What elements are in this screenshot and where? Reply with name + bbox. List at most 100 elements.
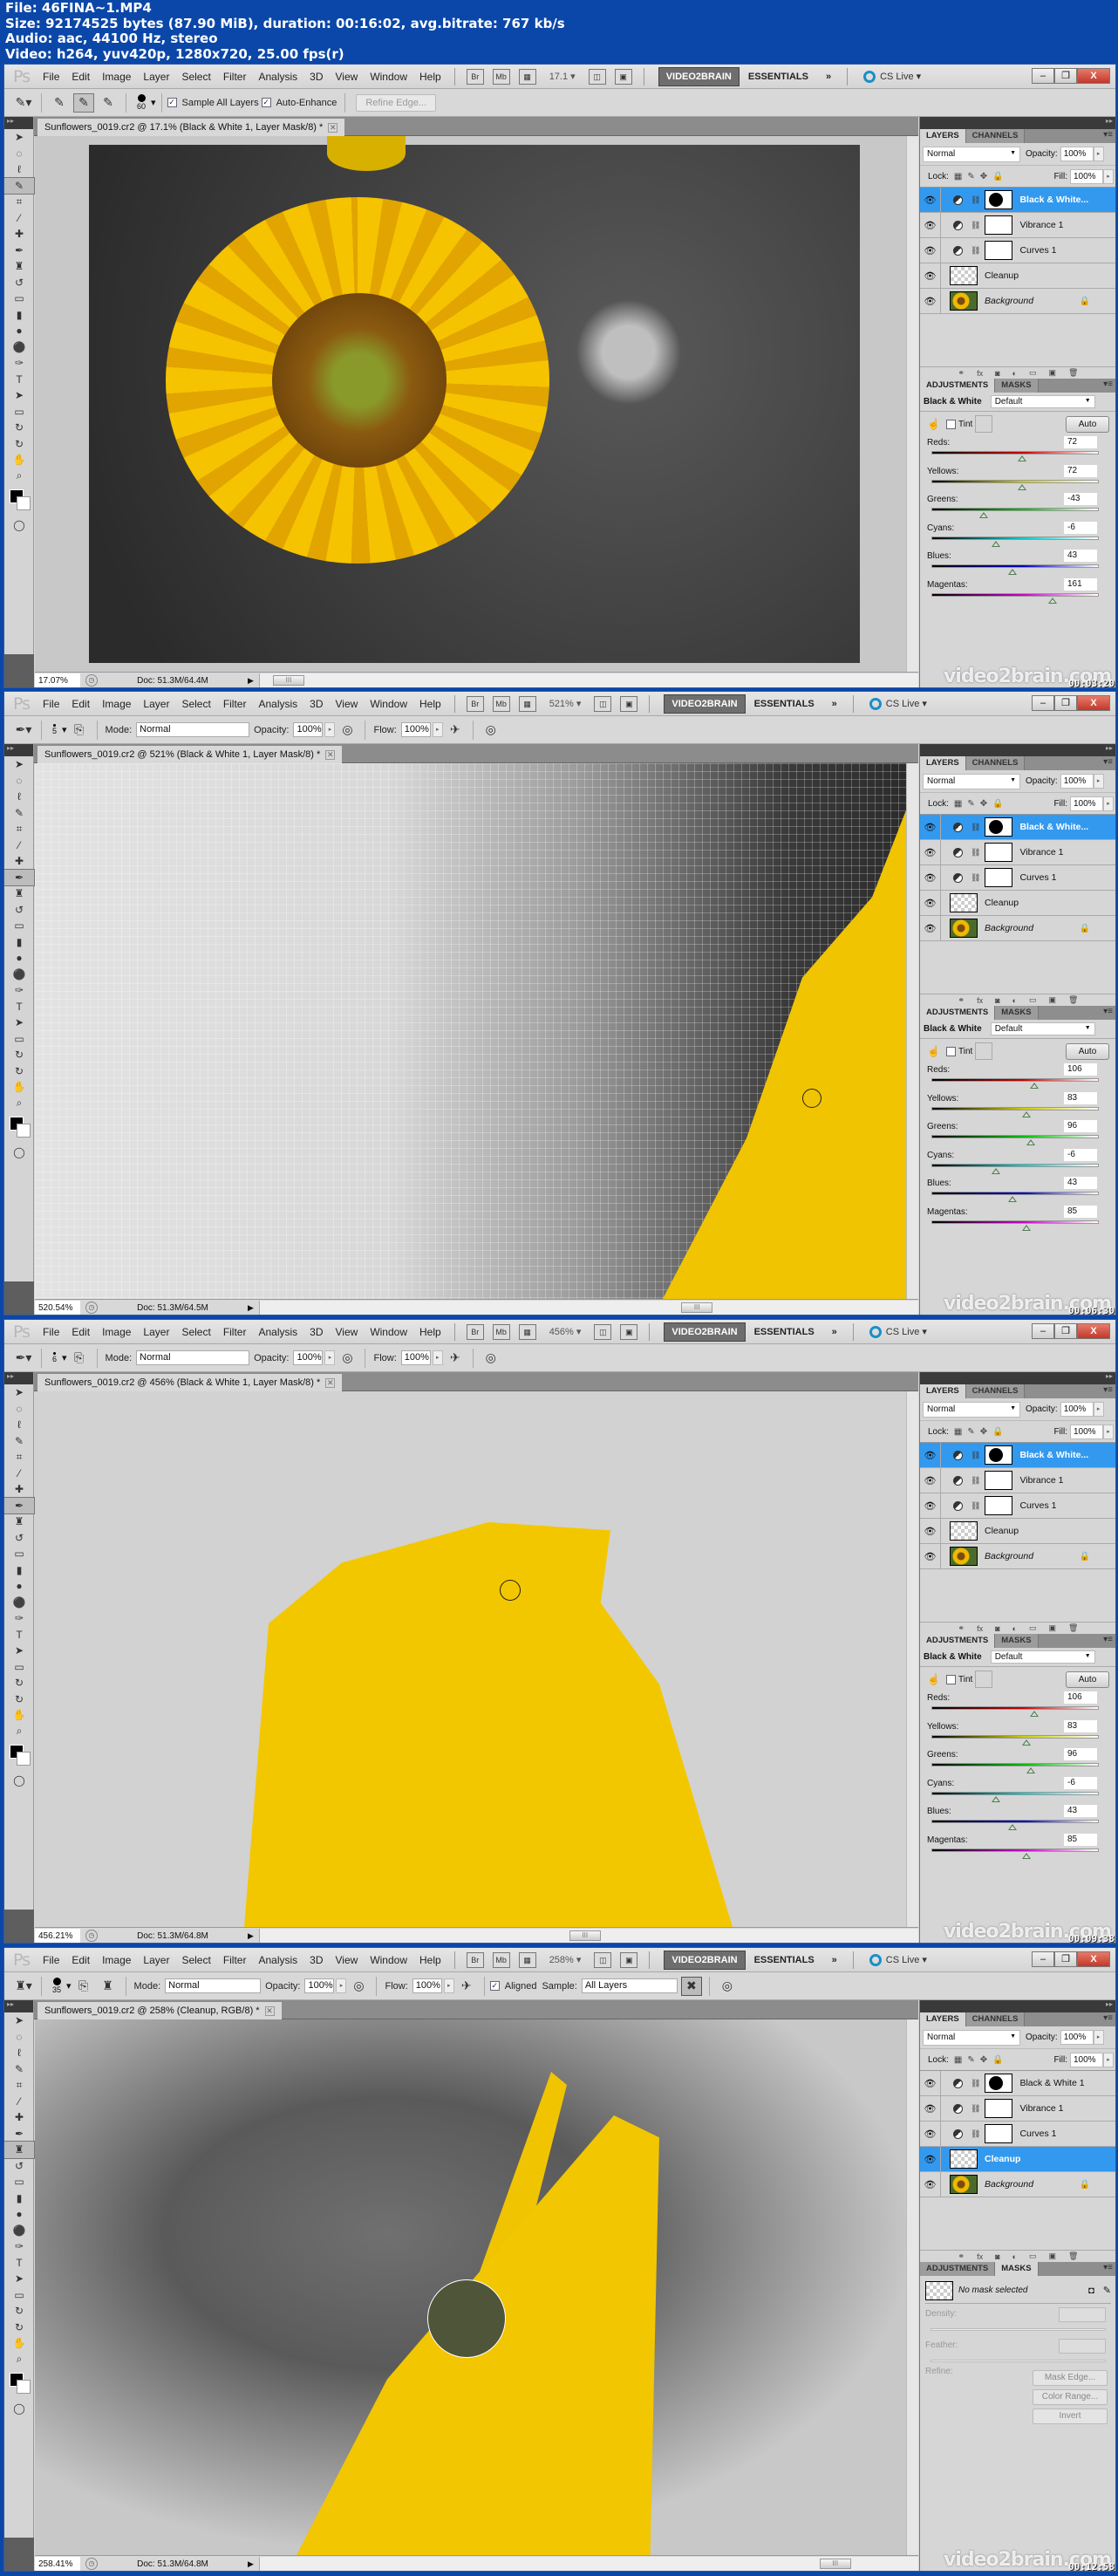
- eraser-tool[interactable]: ▭: [4, 290, 34, 307]
- menu-analysis[interactable]: Analysis: [258, 71, 297, 83]
- slider-value-input[interactable]: 43: [1064, 1177, 1097, 1189]
- tint-color-swatch[interactable]: [975, 1042, 993, 1060]
- fill-arrow[interactable]: ▸: [1103, 168, 1114, 184]
- 3d-orbit-tool[interactable]: ↻: [4, 1063, 34, 1080]
- slider-thumb[interactable]: [1021, 1110, 1031, 1117]
- panel-dock-header[interactable]: ▸▸: [920, 117, 1115, 129]
- slider-track[interactable]: [931, 536, 1099, 540]
- restore-button[interactable]: ❐: [1054, 1951, 1077, 1967]
- slider-thumb[interactable]: [1022, 1224, 1032, 1231]
- slider-value-input[interactable]: 43: [1064, 550, 1097, 562]
- slider-track[interactable]: [931, 508, 1099, 511]
- flow-slider-arrow[interactable]: ▸: [443, 1978, 454, 1993]
- lock-all-icon[interactable]: 🔒: [992, 2055, 1003, 2065]
- layer-row[interactable]: 👁 ⛓ Vibrance 1: [920, 2095, 1115, 2122]
- crop-tool[interactable]: ⌗: [4, 2077, 34, 2094]
- brush-picker[interactable]: 60: [137, 94, 146, 111]
- layer-row[interactable]: 👁 Background 🔒: [920, 2171, 1115, 2197]
- document-tab[interactable]: Sunflowers_0019.cr2 @ 456% (Black & Whit…: [37, 1374, 343, 1391]
- opacity-arrow[interactable]: ▸: [1093, 1402, 1104, 1417]
- brush-tool-preset[interactable]: ✒▾: [13, 1349, 34, 1368]
- slider-thumb[interactable]: [1018, 455, 1027, 461]
- lock-all-icon[interactable]: 🔒: [992, 799, 1003, 809]
- view-extras-button[interactable]: ▦: [518, 1951, 536, 1968]
- arrange-documents-button[interactable]: ◫: [594, 1323, 612, 1340]
- slider-value-input[interactable]: -43: [1064, 493, 1097, 505]
- slider-thumb[interactable]: [1021, 1739, 1031, 1746]
- slider-value-input[interactable]: -6: [1064, 1148, 1097, 1161]
- tab-adjustments[interactable]: ADJUSTMENTS: [920, 379, 996, 393]
- screen-mode-button[interactable]: ▣: [620, 1951, 638, 1968]
- auto-button[interactable]: Auto: [1066, 415, 1109, 433]
- panel-dock-header[interactable]: ▸▸: [920, 2000, 1115, 2012]
- close-document-icon[interactable]: ✕: [264, 2006, 275, 2016]
- opacity-arrow[interactable]: ▸: [1093, 2030, 1104, 2045]
- slider-track[interactable]: [931, 1734, 1099, 1739]
- document-tab[interactable]: Sunflowers_0019.cr2 @ 521% (Black & Whit…: [37, 746, 343, 763]
- subtract-from-selection-icon[interactable]: ✎: [98, 93, 119, 113]
- layer-opacity-input[interactable]: 100%: [1060, 147, 1094, 161]
- mini-bridge-button[interactable]: Mb: [492, 695, 510, 712]
- lock-pixels-icon[interactable]: ✎: [967, 2055, 974, 2065]
- link-icon[interactable]: ⚭: [958, 1623, 965, 1633]
- gradient-tool[interactable]: ▮: [4, 307, 34, 324]
- link-icon[interactable]: ⚭: [958, 2251, 965, 2261]
- quick-selection-tool-preset[interactable]: ✎▾: [13, 93, 34, 113]
- panel-menu-icon[interactable]: ▾≡: [1103, 1385, 1113, 1395]
- clone-stamp-tool[interactable]: ♜: [4, 2141, 35, 2159]
- trash-icon[interactable]: 🗑: [1068, 368, 1078, 378]
- slider-thumb[interactable]: [1029, 1083, 1039, 1089]
- move-tool[interactable]: ➤: [4, 1384, 34, 1401]
- menu-file[interactable]: File: [43, 698, 59, 710]
- menu-layer[interactable]: Layer: [143, 1326, 169, 1338]
- zoom-tool[interactable]: ⌕: [4, 468, 34, 485]
- menu-help[interactable]: Help: [419, 1954, 441, 1966]
- layer-mask-thumbnail[interactable]: [985, 1471, 1013, 1490]
- menu-select[interactable]: Select: [181, 698, 210, 710]
- layer-thumbnail[interactable]: [950, 1547, 978, 1566]
- vertical-scrollbar[interactable]: [906, 136, 918, 672]
- zoom-level-menu[interactable]: 456% ▾: [549, 1326, 582, 1337]
- workspace-essentials[interactable]: ESSENTIALS: [754, 1327, 815, 1337]
- opacity-input[interactable]: 100%: [293, 722, 324, 737]
- arrange-documents-button[interactable]: ◫: [594, 695, 612, 712]
- clone-stamp-tool-preset[interactable]: ♜▾: [13, 1977, 34, 1996]
- marquee-tool[interactable]: ◌: [4, 773, 34, 789]
- slider-value-input[interactable]: 72: [1064, 436, 1097, 448]
- slider-track[interactable]: [931, 1220, 1099, 1224]
- layer-thumbnail[interactable]: [950, 1521, 978, 1541]
- opacity-input[interactable]: 100%: [293, 1350, 324, 1365]
- fill-arrow[interactable]: ▸: [1103, 2052, 1114, 2067]
- quick-mask-button[interactable]: ◯: [4, 1145, 34, 1161]
- menu-help[interactable]: Help: [419, 698, 441, 710]
- menu-analysis[interactable]: Analysis: [258, 698, 297, 710]
- 3d-rotate-tool[interactable]: ↻: [4, 2303, 34, 2320]
- workspace-video2brain[interactable]: VIDEO2BRAIN: [664, 694, 746, 714]
- panel-menu-icon[interactable]: ▾≡: [1103, 379, 1113, 389]
- panel-dock-header[interactable]: ▸▸: [920, 744, 1115, 756]
- new-layer-icon[interactable]: ▣: [1049, 1623, 1057, 1633]
- opacity-slider-arrow[interactable]: ▸: [324, 1350, 336, 1365]
- slider-value-input[interactable]: 85: [1064, 1833, 1097, 1846]
- feather-input[interactable]: [1059, 2339, 1106, 2354]
- dodge-tool[interactable]: ⚫: [4, 339, 34, 356]
- mode-select[interactable]: Normal: [136, 1350, 250, 1365]
- crop-tool[interactable]: ⌗: [4, 194, 34, 210]
- slider-track[interactable]: [931, 1706, 1099, 1710]
- dodge-tool[interactable]: ⚫: [4, 967, 34, 983]
- targeted-adjustment-hand-icon[interactable]: ☝: [927, 1673, 946, 1685]
- brush-picker[interactable]: 5: [52, 724, 57, 735]
- slider-thumb[interactable]: [1029, 1711, 1039, 1717]
- link-icon[interactable]: ⛓: [971, 2079, 980, 2088]
- layer-row[interactable]: 👁 ⛓ Black & White...: [920, 187, 1115, 213]
- 3d-orbit-tool[interactable]: ↻: [4, 436, 34, 453]
- healing-brush-tool[interactable]: ✚: [4, 226, 34, 243]
- slider-track[interactable]: [931, 1135, 1099, 1138]
- tint-checkbox[interactable]: [946, 1674, 956, 1684]
- zoom-tool[interactable]: ⌕: [4, 1724, 34, 1740]
- menu-help[interactable]: Help: [419, 71, 441, 83]
- visibility-eye-icon[interactable]: 👁: [920, 1518, 941, 1544]
- clone-stamp-tool[interactable]: ♜: [4, 885, 34, 902]
- layer-mask-thumbnail[interactable]: [985, 2099, 1013, 2118]
- mini-bridge-button[interactable]: Mb: [492, 68, 510, 85]
